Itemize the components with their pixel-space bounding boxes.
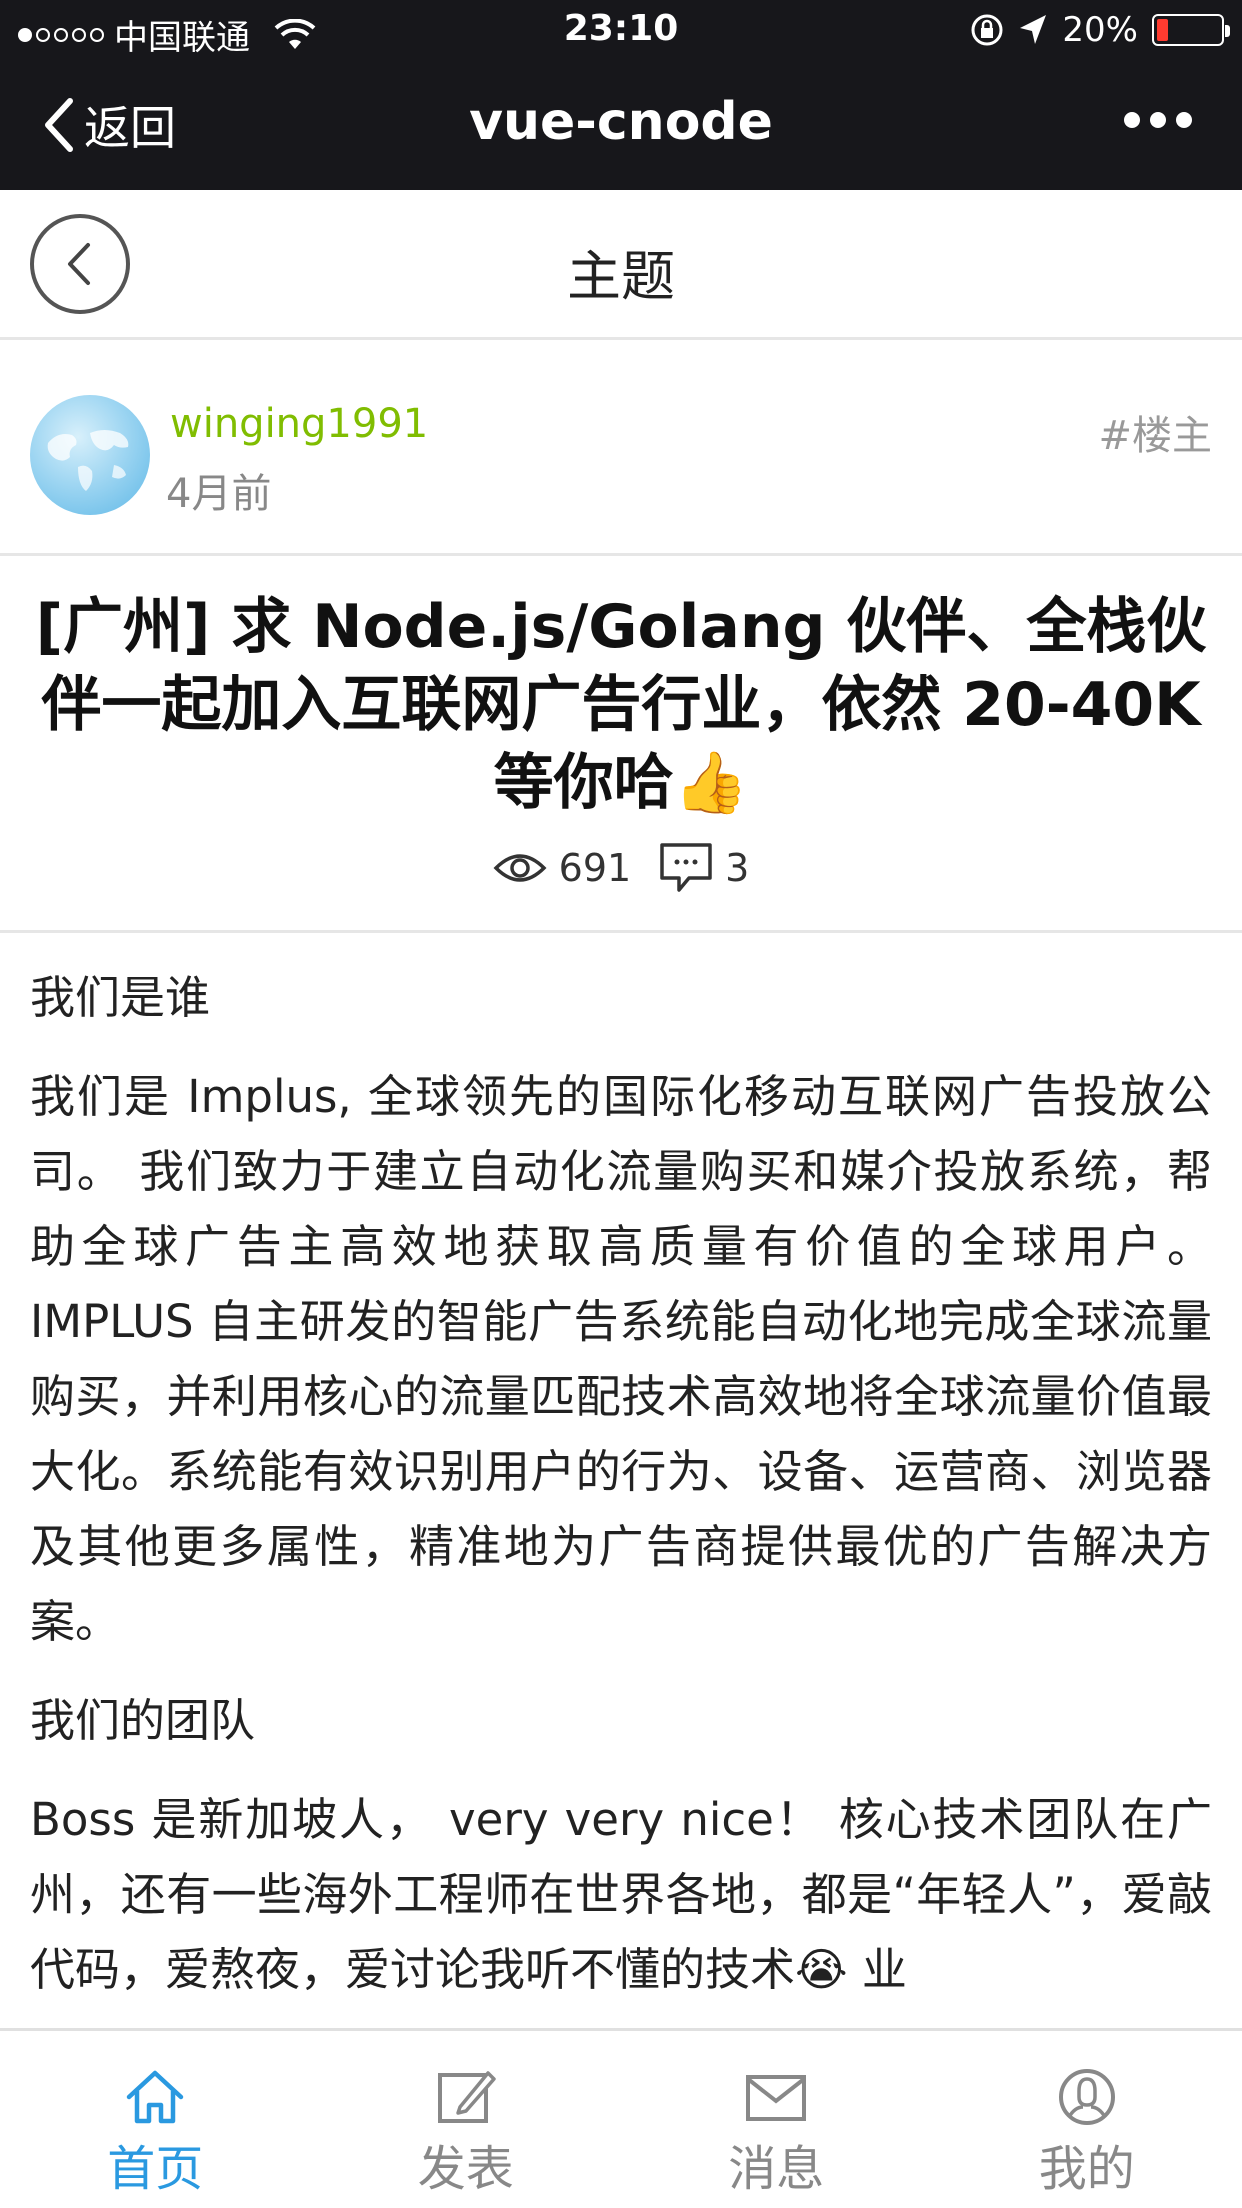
topic-title: [广州] 求 Node.js/Golang 伙伴、全栈伙伴一起加入互联网广告行业…	[0, 588, 1242, 822]
content-heading: 我们的团队	[30, 1694, 256, 1747]
home-icon	[127, 2070, 184, 2124]
author-row: winging1991 4月前 #楼主	[0, 343, 1242, 556]
rotation-lock-icon	[971, 14, 1003, 46]
page-header: 主题	[0, 190, 1242, 340]
divider	[0, 930, 1242, 933]
more-dots-icon[interactable]	[1124, 112, 1192, 128]
user-icon	[1058, 2069, 1115, 2125]
tab-messages[interactable]: 消息	[621, 2031, 932, 2208]
content-paragraph: Boss 是新加坡人， very very nice！ 核心技术团队在广州，还有…	[30, 1793, 1212, 1996]
location-arrow-icon	[1020, 15, 1047, 44]
comment-icon	[660, 843, 712, 892]
topic-stats: 691 3	[0, 842, 1242, 894]
wechat-page-title: vue-cnode	[469, 92, 773, 152]
page-title: 主题	[567, 245, 675, 308]
topic-content: 我们是谁 我们是 Implus, 全球领先的国际化移动互联网广告投放公司。 我们…	[30, 960, 1212, 2031]
view-count: 691	[558, 846, 632, 890]
tab-label: 发表	[417, 2141, 514, 2197]
wechat-nav-bar: 返回 vue-cnode	[0, 62, 1242, 190]
app-top-bar: 中国联通 23:10 20% 返回 vue-cnode	[0, 0, 1242, 190]
tab-post[interactable]: 发表	[311, 2031, 622, 2208]
bottom-tab-bar: 首页 发表 消息 我的	[0, 2028, 1242, 2208]
avatar[interactable]	[30, 395, 150, 515]
tab-label: 我的	[1038, 2141, 1135, 2197]
edit-icon	[437, 2071, 496, 2123]
topic-title-text: [广州] 求 Node.js/Golang 伙伴、全栈伙伴一起加入互联网广告行业…	[35, 592, 1207, 818]
op-tag: #楼主	[1098, 413, 1212, 459]
comment-count: 3	[725, 846, 750, 890]
tab-profile[interactable]: 我的	[932, 2031, 1242, 2208]
mail-icon	[746, 2075, 807, 2121]
thumbs-up-emoji: 👍	[673, 748, 749, 818]
status-right: 20%	[970, 10, 1230, 50]
tab-label: 首页	[107, 2141, 204, 2197]
battery-percent: 20%	[1062, 10, 1138, 50]
post-time: 4月前	[166, 471, 272, 517]
content-paragraph: 我们是 Implus, 全球领先的国际化移动互联网广告投放公司。 我们致力于建立…	[30, 1070, 1212, 1648]
tab-label: 消息	[728, 2141, 825, 2197]
eye-icon	[493, 854, 547, 882]
tab-home[interactable]: 首页	[0, 2031, 311, 2208]
author-name[interactable]: winging1991	[170, 401, 428, 447]
status-bar: 中国联通 23:10 20%	[0, 0, 1242, 62]
world-map-icon	[47, 430, 129, 491]
content-heading: 我们是谁	[30, 971, 211, 1024]
battery-icon	[1152, 14, 1230, 46]
